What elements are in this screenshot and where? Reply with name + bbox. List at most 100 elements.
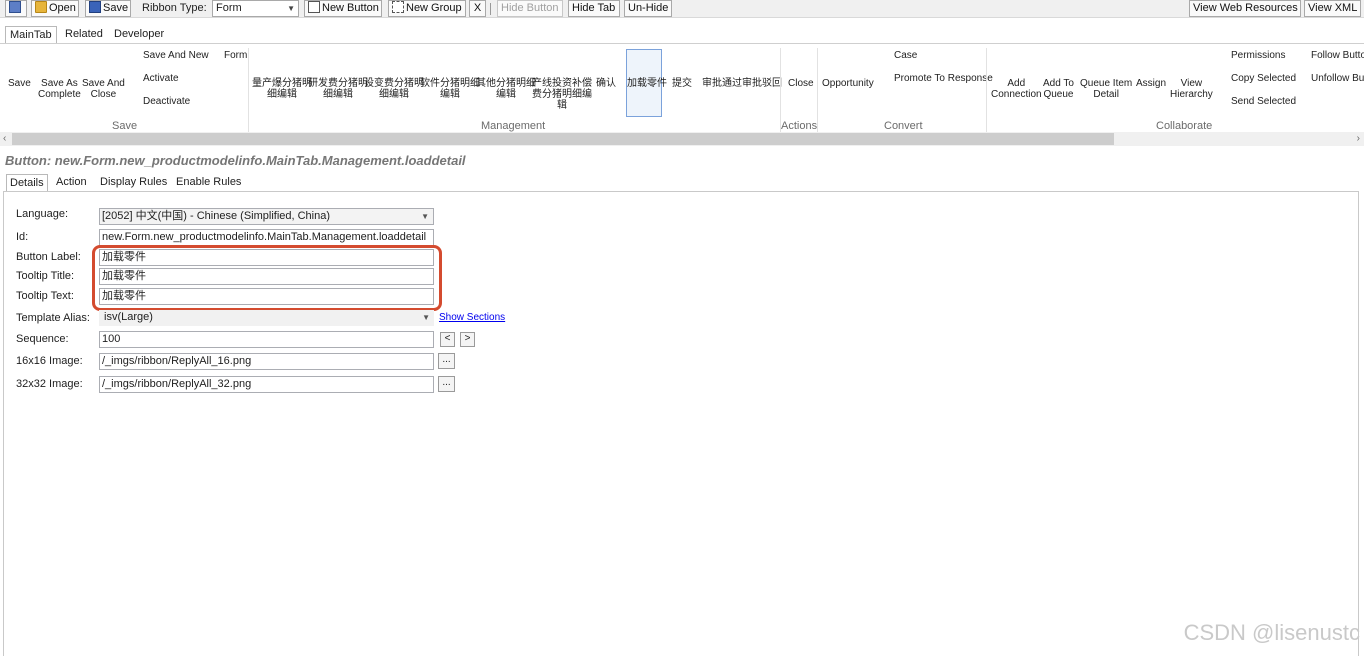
new-button-icon — [308, 1, 320, 13]
app-icon-button[interactable] — [5, 0, 27, 17]
scrollbar-thumb[interactable] — [12, 133, 1114, 145]
open-button[interactable]: Open — [31, 0, 79, 17]
tab-maintab[interactable]: MainTab — [5, 26, 57, 44]
ribbon-tabs: MainTab Related Developer — [0, 26, 1364, 44]
id-label: Id: — [16, 231, 29, 243]
image16-browse-button[interactable]: ... — [438, 353, 455, 369]
ribbon-add-to-queue-button[interactable]: Add To Queue — [1043, 78, 1074, 100]
sequence-prev-button[interactable]: < — [440, 332, 455, 347]
image32-label: 32x32 Image: — [16, 378, 83, 390]
new-button-button[interactable]: New Button — [304, 0, 382, 17]
group-label-convert: Convert — [884, 120, 923, 132]
page-title: Button: new.Form.new_productmodelinfo.Ma… — [5, 153, 466, 168]
button-label-label: Button Label: — [16, 251, 81, 263]
tab-action[interactable]: Action — [53, 174, 90, 192]
tab-related[interactable]: Related — [61, 26, 107, 44]
ribbon-reject-button[interactable]: 审批驳回 — [742, 78, 782, 89]
hide-tab-button[interactable]: Hide Tab — [568, 0, 620, 17]
new-group-icon — [392, 1, 404, 13]
ribbon-save-button[interactable]: Save — [8, 78, 31, 89]
ribbon: Save Save As Complete Save And Close Save … — [0, 43, 1364, 133]
sequence-next-button[interactable]: > — [460, 332, 475, 347]
ribbon-rd-cost-button[interactable]: 研发费分猪明 细编辑 — [308, 78, 368, 100]
new-group-button[interactable]: New Group — [388, 0, 466, 17]
close-icon: X — [473, 2, 482, 14]
ribbon-save-and-close-button[interactable]: Save And Close — [82, 78, 125, 100]
chevron-down-icon: ▼ — [287, 4, 295, 13]
app-icon — [9, 1, 21, 13]
ribbon-type-label: Ribbon Type: — [142, 2, 207, 14]
ribbon-add-connection-button[interactable]: Add Connection — [991, 78, 1042, 100]
ribbon-approve-button[interactable]: 审批通过 — [702, 78, 742, 89]
image16-label: 16x16 Image: — [16, 355, 83, 367]
delete-button[interactable]: X — [469, 0, 486, 17]
sequence-field[interactable]: 100 — [99, 331, 434, 348]
ribbon-promote-response-button[interactable]: Promote To Response — [894, 73, 993, 84]
ribbon-deactivate-button[interactable]: Deactivate — [143, 96, 190, 107]
image16-field[interactable]: /_imgs/ribbon/ReplyAll_16.png — [99, 353, 434, 370]
unhide-button[interactable]: Un-Hide — [624, 0, 672, 17]
image32-field[interactable]: /_imgs/ribbon/ReplyAll_32.png — [99, 376, 434, 393]
group-label-management: Management — [481, 120, 546, 132]
watermark: CSDN @lisenustc — [1183, 620, 1360, 645]
ribbon-software-button[interactable]: 软件分猪明细 编辑 — [420, 78, 480, 100]
sequence-label: Sequence: — [16, 333, 69, 345]
show-sections-link[interactable]: Show Sections — [439, 312, 505, 323]
language-select[interactable]: [2052] 中文(中国) - Chinese (Simplified, Chi… — [99, 208, 434, 225]
group-separator — [817, 48, 818, 132]
template-alias-label: Template Alias: — [16, 312, 90, 324]
ribbon-save-and-new-button[interactable]: Save And New — [143, 50, 209, 61]
save-button[interactable]: Save — [85, 0, 131, 17]
ribbon-mass-production-button[interactable]: 量产爆分猪明 细编辑 — [252, 78, 312, 100]
scroll-left-icon[interactable]: ‹ — [3, 132, 6, 146]
tooltip-title-label: Tooltip Title: — [16, 270, 75, 282]
tab-display-rules[interactable]: Display Rules — [97, 174, 170, 192]
view-xml-button[interactable]: View XML — [1304, 0, 1361, 17]
group-label-save: Save — [112, 120, 138, 132]
group-label-actions: Actions — [781, 120, 818, 132]
ribbon-assign-button[interactable]: Assign — [1136, 78, 1166, 89]
ribbon-load-parts-button[interactable]: 加载零件 — [626, 49, 667, 117]
toolbar-separator — [490, 3, 491, 15]
group-separator — [986, 48, 987, 132]
view-web-resources-button[interactable]: View Web Resources — [1189, 0, 1301, 17]
ribbon-form-button[interactable]: Form — [224, 50, 247, 61]
group-label-collaborate: Collaborate — [1156, 120, 1213, 132]
ribbon-opportunity-button[interactable]: Opportunity — [822, 78, 874, 89]
ribbon-unfollow-button[interactable]: Unfollow But — [1311, 73, 1364, 84]
tab-enable-rules[interactable]: Enable Rules — [173, 174, 244, 192]
language-label: Language: — [16, 208, 68, 220]
ribbon-horizontal-scrollbar[interactable]: ‹ › — [0, 132, 1364, 146]
id-field[interactable]: new.Form.new_productmodelinfo.MainTab.Ma… — [99, 229, 434, 246]
ribbon-submit-button[interactable]: 提交 — [672, 78, 692, 89]
ribbon-confirm-button[interactable]: 确认 — [596, 78, 616, 89]
ribbon-copy-selected-button[interactable]: Copy Selected — [1231, 73, 1296, 84]
ribbon-queue-item-detail-button[interactable]: Queue Item Detail — [1080, 78, 1132, 100]
ribbon-activate-button[interactable]: Activate — [143, 73, 179, 84]
main-toolbar: Open Save Ribbon Type: Form ▼ New Button … — [0, 0, 1364, 18]
ribbon-line-investment-button[interactable]: 产线投资补偿 费分猪明细编辑 — [532, 78, 592, 111]
ribbon-follow-button[interactable]: Follow Butto — [1311, 50, 1364, 61]
folder-icon — [35, 1, 47, 13]
ribbon-close-button[interactable]: Close — [788, 78, 814, 89]
scroll-right-icon[interactable]: › — [1357, 132, 1360, 146]
tab-developer[interactable]: Developer — [110, 26, 168, 44]
disk-icon — [89, 1, 101, 13]
ribbon-other-button[interactable]: 其他分猪明细 编辑 — [476, 78, 536, 100]
highlight-annotation — [92, 245, 442, 311]
ribbon-permissions-button[interactable]: Permissions — [1231, 50, 1285, 61]
ribbon-design-change-button[interactable]: 设变费分猪明 细编辑 — [364, 78, 424, 100]
ribbon-case-button[interactable]: Case — [894, 50, 917, 61]
ribbon-view-hierarchy-button[interactable]: View Hierarchy — [1170, 78, 1213, 100]
hide-button-button[interactable]: Hide Button — [497, 0, 563, 17]
ribbon-type-select[interactable]: Form ▼ — [212, 0, 299, 17]
chevron-down-icon: ▼ — [421, 212, 429, 221]
ribbon-send-selected-button[interactable]: Send Selected — [1231, 96, 1296, 107]
template-alias-select[interactable]: isv(Large) ▼ — [99, 310, 434, 326]
chevron-down-icon: ▼ — [422, 313, 430, 322]
tab-details[interactable]: Details — [6, 174, 48, 192]
group-separator — [248, 48, 249, 132]
image32-browse-button[interactable]: ... — [438, 376, 455, 392]
ribbon-save-as-complete-button[interactable]: Save As Complete — [38, 78, 81, 100]
tooltip-text-label: Tooltip Text: — [16, 290, 74, 302]
